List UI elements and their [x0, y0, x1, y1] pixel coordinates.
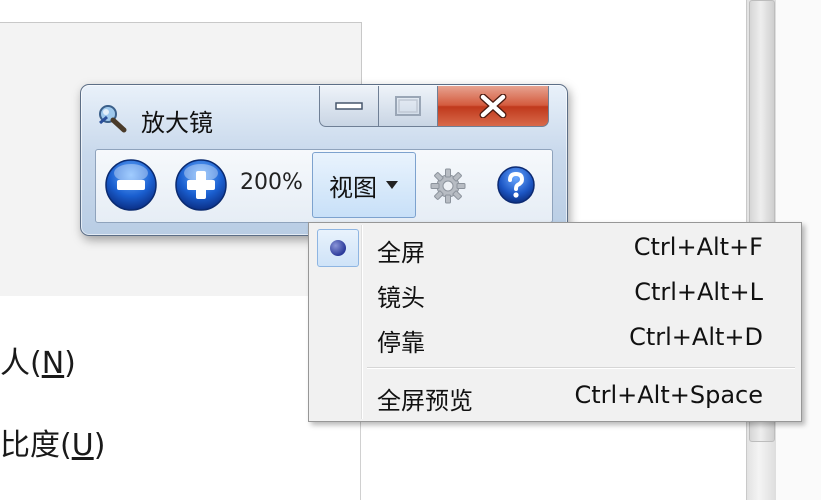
- background-option-contrast[interactable]: 比度(U): [0, 420, 105, 464]
- maximize-button[interactable]: [379, 86, 438, 127]
- menu-item-shortcut: Ctrl+Alt+F: [633, 233, 763, 261]
- zoom-in-button[interactable]: [174, 158, 228, 212]
- help-icon[interactable]: [496, 165, 536, 205]
- menu-item-lens[interactable]: 镜头 Ctrl+Alt+L: [311, 270, 799, 314]
- screen: 人(N) 比度(U) 放大镜 200% 视图 全屏 Ctrl+Alt+F 镜头 …: [0, 0, 821, 500]
- selected-indicator: [317, 229, 359, 267]
- background-option-new-suffix: ): [64, 346, 76, 381]
- background-option-new[interactable]: 人(N): [0, 338, 76, 382]
- close-button[interactable]: [438, 86, 549, 127]
- menu-item-shortcut: Ctrl+Alt+L: [634, 278, 763, 306]
- window-controls: [319, 86, 551, 128]
- menu-separator: [367, 367, 795, 369]
- menu-item-shortcut: Ctrl+Alt+Space: [574, 381, 763, 409]
- minimize-icon: [335, 102, 363, 110]
- window-title: 放大镜: [141, 109, 213, 137]
- minimize-button[interactable]: [319, 86, 379, 127]
- background-option-new-key: N: [41, 346, 65, 381]
- view-menu: 全屏 Ctrl+Alt+F 镜头 Ctrl+Alt+L 停靠 Ctrl+Alt+…: [308, 222, 802, 422]
- menu-item-label: 停靠: [377, 329, 425, 357]
- menu-item-label: 全屏预览: [377, 387, 473, 415]
- menu-item-fullscreen[interactable]: 全屏 Ctrl+Alt+F: [311, 225, 799, 269]
- background-option-new-prefix: 人(: [0, 346, 42, 381]
- minus-icon: [117, 180, 145, 190]
- zoom-level: 200%: [240, 170, 303, 195]
- magnifier-icon: [99, 105, 127, 133]
- background-option-contrast-prefix: 比度(: [0, 428, 72, 463]
- menu-item-label: 镜头: [377, 284, 425, 312]
- background-option-contrast-suffix: ): [93, 428, 106, 463]
- background-option-contrast-key: U: [71, 428, 94, 463]
- zoom-out-button[interactable]: [104, 158, 158, 212]
- background-lower-area: [0, 296, 361, 500]
- radio-dot-icon: [330, 240, 346, 256]
- menu-item-shortcut: Ctrl+Alt+D: [629, 323, 763, 351]
- close-icon: [479, 94, 507, 118]
- menu-item-docked[interactable]: 停靠 Ctrl+Alt+D: [311, 315, 799, 359]
- menu-item-preview-fullscreen[interactable]: 全屏预览 Ctrl+Alt+Space: [311, 373, 799, 417]
- magnifier-toolbar: 200% 视图: [95, 149, 553, 223]
- magnifier-window: 放大镜 200% 视图: [80, 84, 568, 236]
- menu-item-label: 全屏: [377, 239, 425, 267]
- gear-icon[interactable]: [430, 168, 466, 204]
- maximize-icon: [395, 96, 421, 116]
- view-label: 视图: [329, 173, 377, 202]
- triangle-down-icon: [386, 181, 398, 189]
- view-dropdown-button[interactable]: 视图: [312, 152, 416, 218]
